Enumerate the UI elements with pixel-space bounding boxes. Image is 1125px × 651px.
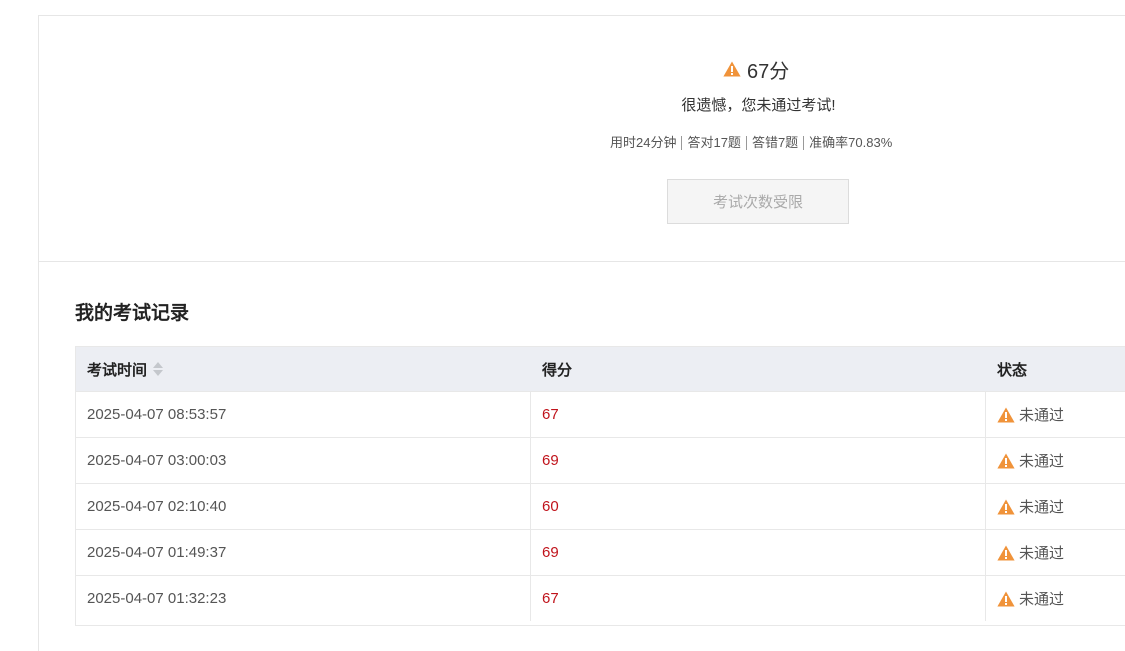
status-label: 未通过 bbox=[1019, 591, 1065, 608]
cell-time: 2025-04-07 02:10:40 bbox=[76, 484, 531, 529]
exam-stats: 用时24分钟 答对17题 答错7题 准确率70.83% bbox=[610, 134, 897, 152]
score-line: 67分 bbox=[723, 56, 790, 83]
exam-limit-button[interactable]: 考试次数受限 bbox=[667, 179, 849, 224]
warning-icon bbox=[723, 61, 741, 77]
warning-icon bbox=[997, 407, 1015, 422]
table-header: 考试时间 得分 状态 bbox=[76, 347, 1125, 391]
cell-score: 67 bbox=[531, 576, 986, 621]
stat-wrong: 答错7题 bbox=[747, 136, 805, 150]
table-row: 2025-04-07 03:00:03 69 未通过 bbox=[76, 437, 1125, 483]
cell-time: 2025-04-07 01:49:37 bbox=[76, 530, 531, 575]
status-label: 未通过 bbox=[1019, 453, 1065, 470]
table-row: 2025-04-07 01:32:23 67 未通过 bbox=[76, 575, 1125, 621]
cell-score: 67 bbox=[531, 392, 986, 437]
exam-result-panel: 67分 很遗憾，您未通过考试! 用时24分钟 答对17题 答错7题 准确率70.… bbox=[38, 15, 1125, 651]
records-title: 我的考试记录 bbox=[75, 303, 190, 324]
warning-icon bbox=[997, 453, 1015, 468]
sort-icon[interactable] bbox=[153, 362, 164, 376]
status-label: 未通过 bbox=[1019, 407, 1065, 424]
cell-status: 未通过 bbox=[986, 530, 1125, 575]
cell-time: 2025-04-07 01:32:23 bbox=[76, 576, 531, 621]
warning-icon bbox=[997, 591, 1015, 606]
cell-time: 2025-04-07 03:00:03 bbox=[76, 438, 531, 483]
cell-status: 未通过 bbox=[986, 484, 1125, 529]
header-status: 状态 bbox=[997, 361, 1028, 379]
result-summary: 67分 很遗憾，您未通过考试! 用时24分钟 答对17题 答错7题 准确率70.… bbox=[39, 16, 1125, 262]
stat-correct: 答对17题 bbox=[682, 136, 747, 150]
cell-score: 69 bbox=[531, 438, 986, 483]
score-value: 67分 bbox=[747, 60, 790, 83]
cell-time: 2025-04-07 08:53:57 bbox=[76, 392, 531, 437]
table-row: 2025-04-07 02:10:40 60 未通过 bbox=[76, 483, 1125, 529]
stat-accuracy: 准确率70.83% bbox=[809, 135, 893, 150]
warning-icon bbox=[997, 499, 1015, 514]
cell-status: 未通过 bbox=[986, 392, 1125, 437]
header-score: 得分 bbox=[542, 361, 573, 379]
status-label: 未通过 bbox=[1019, 545, 1065, 562]
table-row: 2025-04-07 08:53:57 67 未通过 bbox=[76, 391, 1125, 437]
fail-message: 很遗憾，您未通过考试! bbox=[681, 97, 836, 114]
cell-score: 60 bbox=[531, 484, 986, 529]
warning-icon bbox=[997, 545, 1015, 560]
header-time[interactable]: 考试时间 bbox=[76, 359, 531, 380]
records-table: 考试时间 得分 状态 2025-04-07 08:53:57 67 未通过 2025-… bbox=[75, 346, 1125, 626]
stat-duration: 用时24分钟 bbox=[610, 136, 683, 150]
cell-score: 69 bbox=[531, 530, 986, 575]
status-label: 未通过 bbox=[1019, 499, 1065, 516]
cell-status: 未通过 bbox=[986, 576, 1125, 621]
table-row: 2025-04-07 01:49:37 69 未通过 bbox=[76, 529, 1125, 575]
header-time-label: 考试时间 bbox=[87, 361, 148, 379]
cell-status: 未通过 bbox=[986, 438, 1125, 483]
